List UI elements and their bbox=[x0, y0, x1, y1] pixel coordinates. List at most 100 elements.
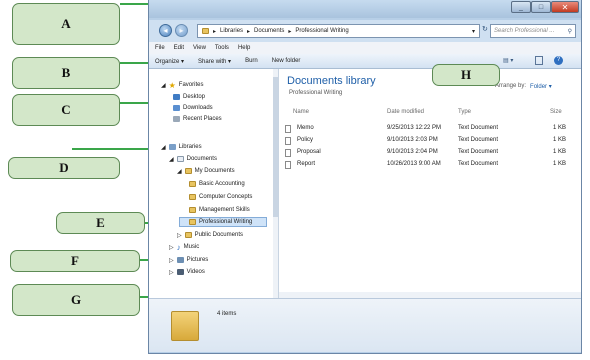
maximize-button[interactable]: □ bbox=[531, 1, 551, 13]
menu-bar: File Edit View Tools Help bbox=[149, 42, 581, 54]
menu-view[interactable]: View bbox=[193, 45, 206, 51]
text-document-icon bbox=[285, 125, 291, 133]
help-icon[interactable]: ? bbox=[554, 56, 563, 65]
view-options-icon[interactable]: ▤ ▾ bbox=[503, 57, 513, 64]
library-title: Documents library bbox=[287, 75, 376, 87]
address-row: ◂ ▸ ▸ Libraries ▸ Documents ▸ Profession… bbox=[149, 20, 581, 42]
nav-public-documents[interactable]: ▷ Public Documents bbox=[177, 230, 243, 240]
nav-favorites-label: Favorites bbox=[178, 82, 204, 88]
navigation-pane: ◢ ★ Favorites Desktop Downloads Recent P… bbox=[149, 69, 279, 298]
nav-scrollbar-thumb[interactable] bbox=[273, 77, 278, 217]
collapse-arrow-icon: ▷ bbox=[169, 244, 174, 251]
expand-arrow-icon: ◢ bbox=[169, 156, 174, 163]
file-row[interactable]: Proposal 9/10/2013 2:04 PM Text Document… bbox=[285, 148, 575, 159]
callout-c-label: C bbox=[61, 102, 71, 117]
callout-a: A bbox=[12, 3, 120, 45]
search-icon: ⚲ bbox=[567, 28, 572, 35]
nav-scrollbar[interactable] bbox=[273, 69, 278, 298]
file-row[interactable]: Memo 9/25/2013 12:22 PM Text Document 1 … bbox=[285, 124, 575, 135]
nav-recent-places[interactable]: Recent Places bbox=[173, 114, 222, 124]
file-row[interactable]: Policy 9/10/2013 2:03 PM Text Document 1… bbox=[285, 136, 575, 147]
collapse-arrow-icon: ▷ bbox=[169, 257, 174, 264]
nav-management-skills-label: Management Skills bbox=[199, 207, 250, 213]
refresh-icon[interactable]: ↻ bbox=[482, 25, 488, 33]
nav-my-documents[interactable]: ◢ My Documents bbox=[177, 166, 235, 176]
nav-basic-accounting[interactable]: Basic Accounting bbox=[189, 179, 245, 189]
collapse-arrow-icon: ▷ bbox=[177, 232, 182, 239]
file-date: 10/26/2013 9:00 AM bbox=[387, 161, 441, 167]
file-size: 1 KB bbox=[553, 161, 567, 167]
burn-button[interactable]: Burn bbox=[245, 58, 258, 64]
expand-arrow-icon: ◢ bbox=[177, 168, 182, 175]
column-type[interactable]: Type bbox=[458, 109, 471, 115]
callout-h: H bbox=[432, 64, 500, 86]
folder-icon bbox=[189, 207, 196, 213]
nav-pictures[interactable]: ▷ Pictures bbox=[169, 255, 208, 265]
minimize-icon: _ bbox=[519, 3, 523, 11]
back-arrow-icon: ◂ bbox=[163, 26, 168, 35]
new-folder-button[interactable]: New folder bbox=[272, 58, 301, 64]
folder-icon bbox=[184, 168, 192, 174]
nav-videos[interactable]: ▷ Videos bbox=[169, 267, 205, 277]
nav-documents[interactable]: ◢ Documents bbox=[169, 154, 217, 164]
nav-favorites[interactable]: ◢ ★ Favorites bbox=[161, 80, 203, 90]
menu-tools[interactable]: Tools bbox=[215, 45, 229, 51]
menu-edit[interactable]: Edit bbox=[174, 45, 184, 51]
forward-button[interactable]: ▸ bbox=[175, 24, 188, 37]
menu-help[interactable]: Help bbox=[238, 45, 250, 51]
file-row[interactable]: Report 10/26/2013 9:00 AM Text Document … bbox=[285, 160, 575, 171]
arrange-by-label: Arrange by: bbox=[495, 83, 527, 89]
address-dropdown-icon[interactable]: ▾ bbox=[472, 28, 475, 35]
nav-downloads[interactable]: Downloads bbox=[173, 103, 213, 113]
nav-recent-label: Recent Places bbox=[183, 116, 222, 122]
recent-places-icon bbox=[173, 116, 180, 122]
callout-e-label: E bbox=[96, 215, 105, 230]
preview-pane-icon[interactable] bbox=[535, 56, 543, 65]
menu-file[interactable]: File bbox=[155, 45, 165, 51]
file-date: 9/10/2013 2:04 PM bbox=[387, 149, 438, 155]
file-size: 1 KB bbox=[553, 125, 567, 131]
file-type: Text Document bbox=[458, 161, 499, 167]
share-with-button[interactable]: Share with ▾ bbox=[198, 58, 231, 65]
minimize-button[interactable]: _ bbox=[511, 1, 531, 13]
details-pane: 4 items bbox=[149, 298, 581, 352]
callout-c: C bbox=[12, 94, 120, 126]
videos-icon bbox=[176, 269, 184, 275]
breadcrumb-professional-writing[interactable]: Professional Writing bbox=[295, 28, 348, 34]
callout-a-label: A bbox=[61, 16, 71, 31]
nav-public-documents-label: Public Documents bbox=[194, 232, 243, 238]
column-date[interactable]: Date modified bbox=[387, 109, 424, 115]
nav-libraries-label: Libraries bbox=[178, 144, 202, 150]
nav-desktop[interactable]: Desktop bbox=[173, 92, 205, 102]
nav-management-skills[interactable]: Management Skills bbox=[189, 205, 250, 215]
breadcrumb-documents[interactable]: Documents bbox=[254, 28, 284, 34]
maximize-icon: □ bbox=[538, 3, 544, 11]
nav-music[interactable]: ▷ ♪ Music bbox=[169, 242, 199, 252]
title-bar: _ □ ✕ bbox=[149, 0, 581, 18]
column-name[interactable]: Name bbox=[293, 109, 309, 115]
nav-libraries[interactable]: ◢ Libraries bbox=[161, 142, 202, 152]
nav-professional-writing[interactable]: Professional Writing bbox=[189, 217, 252, 227]
nav-music-label: Music bbox=[183, 244, 200, 250]
item-count: 4 items bbox=[217, 311, 237, 317]
arrange-by-dropdown[interactable]: Folder ▾ bbox=[530, 83, 552, 90]
libraries-icon bbox=[168, 144, 176, 150]
column-headers: Name Date modified Type Size bbox=[285, 108, 575, 119]
file-type: Text Document bbox=[458, 125, 499, 131]
nav-computer-concepts[interactable]: Computer Concepts bbox=[189, 192, 252, 202]
search-placeholder: Search Professional ... bbox=[494, 28, 555, 34]
file-date: 9/25/2013 12:22 PM bbox=[387, 125, 442, 131]
expand-arrow-icon: ◢ bbox=[161, 82, 166, 89]
callout-b: B bbox=[12, 57, 120, 89]
documents-icon bbox=[176, 156, 184, 162]
pictures-icon bbox=[176, 257, 184, 263]
address-bar[interactable]: ▸ Libraries ▸ Documents ▸ Professional W… bbox=[197, 24, 480, 38]
search-input[interactable]: Search Professional ... ⚲ bbox=[490, 24, 576, 38]
column-size[interactable]: Size bbox=[550, 109, 562, 115]
organize-button[interactable]: Organize ▾ bbox=[155, 58, 184, 65]
close-button[interactable]: ✕ bbox=[551, 1, 579, 13]
callout-g-label: G bbox=[70, 292, 82, 307]
back-button[interactable]: ◂ bbox=[159, 24, 172, 37]
desktop-icon bbox=[173, 94, 180, 100]
breadcrumb-libraries[interactable]: Libraries bbox=[220, 28, 243, 34]
